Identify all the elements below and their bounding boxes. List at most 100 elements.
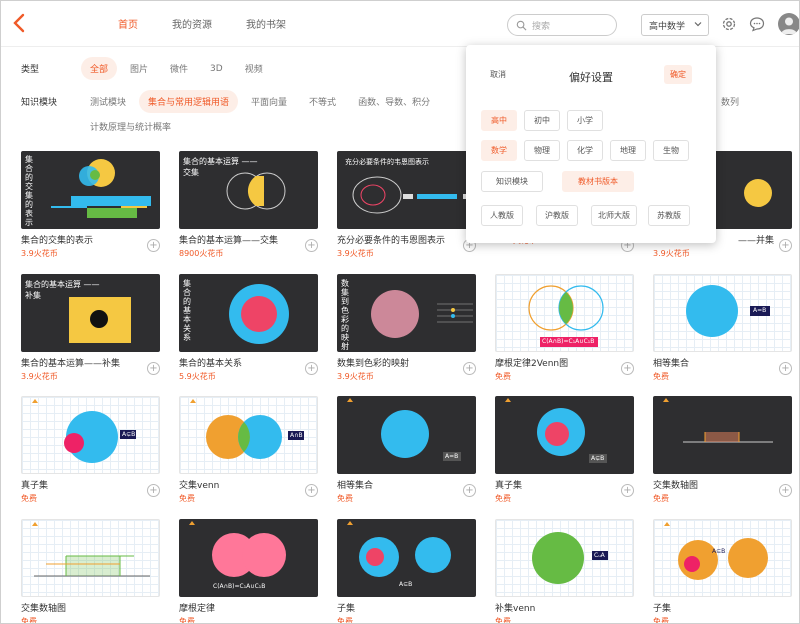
card-price: 免费 — [21, 494, 37, 503]
mode-chip-textbook-edition[interactable]: 教材书版本 — [562, 171, 634, 192]
resource-card[interactable]: 集合的基本运算 ——补集 集合的基本运算——补集 3.9火花币 + — [21, 274, 160, 382]
grade-select[interactable]: 高中数学 — [641, 14, 709, 36]
card-thumb-caption: 充分必要条件的韦恩图表示 — [345, 158, 429, 166]
card-price: 3.9火花币 — [21, 372, 58, 381]
card-thumbnail — [653, 396, 792, 474]
type-chip-3d[interactable]: 3D — [201, 59, 232, 79]
resource-card[interactable]: CᵤA 补集venn 免费 — [495, 519, 634, 623]
resource-card[interactable]: A⊊B 真子集 免费 + — [495, 396, 634, 504]
card-thumb-caption: C(A∩B)=C₁A∪C₁B — [542, 338, 595, 345]
add-button[interactable]: + — [779, 239, 792, 252]
stage-chip-primary[interactable]: 小学 — [567, 110, 603, 131]
add-button[interactable]: + — [779, 484, 792, 497]
app-window: 首页 我的资源 我的书架 搜索 高中数学 类型 全部 图片 微件 3D 视频 知… — [0, 0, 800, 624]
card-title: 数集到色彩的映射 — [337, 359, 410, 369]
card-thumbnail: A=B — [653, 274, 792, 352]
confirm-button[interactable]: 确定 — [664, 65, 692, 84]
card-thumbnail: A⊊B — [21, 396, 160, 474]
module-chip-vectors[interactable]: 平面向量 — [242, 90, 296, 113]
tab-home[interactable]: 首页 — [118, 16, 138, 31]
message-icon[interactable] — [749, 16, 765, 32]
preference-panel: 取消 偏好设置 确定 高中 初中 小学 数学 物理 化学 地理 生物 知识模块 … — [466, 45, 716, 243]
edition-chip-beishida[interactable]: 北师大版 — [591, 205, 637, 226]
add-button[interactable]: + — [305, 484, 318, 497]
stage-chip-high[interactable]: 高中 — [481, 110, 517, 131]
card-thumb-caption: A⊆B — [712, 548, 726, 555]
card-thumb-caption: A=B — [753, 307, 767, 314]
subject-chip-chemistry[interactable]: 化学 — [567, 140, 603, 161]
card-title: 摩根定律 — [179, 604, 216, 614]
search-input[interactable]: 搜索 — [507, 14, 617, 36]
module-chip-test[interactable]: 测试模块 — [81, 90, 135, 113]
resource-card[interactable]: A=B 相等集合 免费 + — [653, 274, 792, 382]
module-chip-counting-probability[interactable]: 计数原理与统计概率 — [81, 115, 180, 138]
grade-select-value: 高中数学 — [649, 21, 686, 32]
stage-chip-middle[interactable]: 初中 — [524, 110, 560, 131]
subject-chip-geography[interactable]: 地理 — [610, 140, 646, 161]
tab-my-resources[interactable]: 我的资源 — [172, 16, 212, 31]
add-button[interactable]: + — [305, 239, 318, 252]
add-button[interactable]: + — [621, 484, 634, 497]
card-title: 真子集 — [21, 481, 49, 491]
subject-chip-biology[interactable]: 生物 — [653, 140, 689, 161]
resource-card[interactable]: A⊊B 真子集 免费 + — [21, 396, 160, 504]
card-price: 免费 — [653, 494, 669, 503]
resource-card[interactable]: C(A∩B)=C₁A∪C₁B 摩根定律 免费 — [179, 519, 318, 623]
resource-card[interactable]: 充分必要条件的韦恩图表示 充分必要条件的韦恩图表示 3.9火花币 + — [337, 151, 476, 259]
resource-card[interactable]: 交集数轴图 免费 — [21, 519, 160, 624]
tab-my-bookshelf[interactable]: 我的书架 — [246, 16, 286, 31]
user-icon — [781, 17, 797, 34]
card-price: 免费 — [21, 617, 37, 624]
card-title: 子集 — [653, 604, 672, 614]
resource-card[interactable]: A=B 相等集合 免费 + — [337, 396, 476, 504]
type-chip-image[interactable]: 图片 — [121, 57, 157, 80]
module-chip-sequences[interactable]: 数列 — [712, 90, 748, 113]
type-chip-widget[interactable]: 微件 — [161, 57, 197, 80]
resource-card[interactable]: A⊆B 子集 免费 — [337, 519, 476, 624]
card-thumbnail: 集合的基本运算 ——交集 — [179, 151, 318, 229]
subject-chip-physics[interactable]: 物理 — [524, 140, 560, 161]
resource-card[interactable]: 集合的交集的表示 集合的交集的表示 3.9火花币 + — [21, 151, 160, 259]
add-button[interactable]: + — [305, 362, 318, 375]
add-button[interactable]: + — [463, 484, 476, 497]
add-button[interactable]: + — [147, 239, 160, 252]
card-thumbnail: 集合的交集的表示 — [21, 151, 160, 229]
edition-chip-renjiao[interactable]: 人教版 — [481, 205, 523, 226]
add-button[interactable]: + — [463, 362, 476, 375]
card-price: 免费 — [179, 494, 195, 503]
resource-card[interactable]: A∩B 交集venn 免费 + — [179, 396, 318, 504]
resource-card[interactable]: 集合的基本运算 ——交集 集合的基本运算——交集 8900火花币 + — [179, 151, 318, 259]
type-chip-video[interactable]: 视频 — [236, 57, 272, 80]
card-price: 免费 — [337, 617, 353, 624]
card-title: 交集venn — [179, 481, 220, 491]
back-arrow-icon[interactable] — [9, 11, 31, 35]
mode-chip-knowledge-module[interactable]: 知识模块 — [481, 171, 543, 192]
resource-card[interactable]: A⊆B 子集 免费 — [653, 519, 792, 624]
module-chip-inequality[interactable]: 不等式 — [300, 90, 345, 113]
card-title: 充分必要条件的韦恩图表示 — [337, 236, 446, 246]
edition-chip-sujiao[interactable]: 苏教版 — [648, 205, 690, 226]
type-filter-label: 类型 — [21, 65, 40, 75]
type-filter-row: 类型 全部 图片 微件 3D 视频 — [21, 57, 276, 80]
resource-card[interactable]: 交集数轴图 免费 + — [653, 396, 792, 504]
card-price: 免费 — [495, 494, 511, 503]
add-button[interactable]: + — [621, 362, 634, 375]
add-button[interactable]: + — [779, 362, 792, 375]
module-chip-functions[interactable]: 函数、导数、积分 — [349, 90, 439, 113]
resource-card[interactable]: C(A∩B)=C₁A∪C₁B 摩根定律2Venn图 免费 + — [495, 274, 634, 382]
card-title: 摩根定律2Venn图 — [495, 359, 569, 369]
avatar[interactable] — [778, 13, 799, 35]
resource-card[interactable]: 集合的基本关系 集合的基本关系 5.9火花币 + — [179, 274, 318, 382]
gear-icon[interactable] — [721, 16, 737, 32]
add-button[interactable]: + — [147, 484, 160, 497]
card-thumbnail: 集合的基本运算 ——补集 — [21, 274, 160, 352]
edition-chip-hujiao[interactable]: 沪教版 — [536, 205, 578, 226]
card-title: 相等集合 — [337, 481, 374, 491]
module-filter-row-2: 计数原理与统计概率 — [81, 115, 184, 138]
module-chip-sets-logic[interactable]: 集合与常用逻辑用语 — [139, 90, 239, 113]
add-button[interactable]: + — [147, 362, 160, 375]
type-chip-all[interactable]: 全部 — [81, 57, 118, 80]
card-price: 免费 — [653, 617, 669, 624]
subject-chip-math[interactable]: 数学 — [481, 140, 517, 161]
resource-card[interactable]: 数集到色彩的映射 数集到色彩的映射 3.9火花币 + — [337, 274, 476, 382]
